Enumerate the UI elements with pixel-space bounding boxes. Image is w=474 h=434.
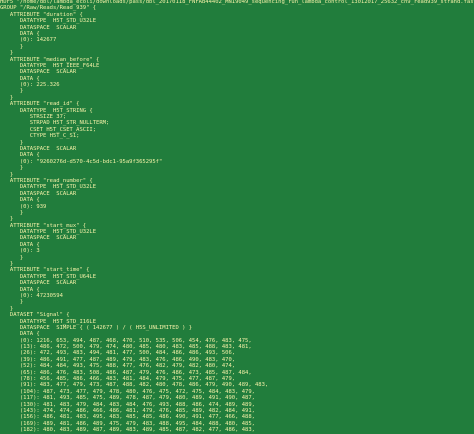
terminal-output: HDF5 "/home/dbl/lambda_ecoli/downloads/p… bbox=[0, 0, 474, 434]
terminal-line: (182): 480, 483, 489, 487, 489, 483, 489… bbox=[0, 427, 255, 434]
terminal-window[interactable]: HDF5 "/home/dbl/lambda_ecoli/downloads/p… bbox=[0, 0, 474, 434]
